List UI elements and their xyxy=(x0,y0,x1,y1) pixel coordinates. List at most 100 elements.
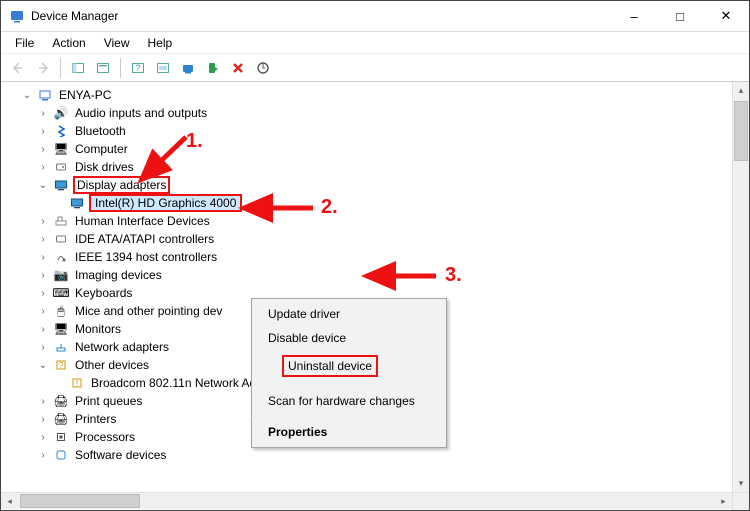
label: Audio inputs and outputs xyxy=(73,106,209,120)
node-ieee[interactable]: › IEEE 1394 host controllers xyxy=(37,248,748,266)
node-bluetooth[interactable]: › Bluetooth xyxy=(37,122,748,140)
tree-root[interactable]: ⌄ ENYA-PC xyxy=(21,86,748,104)
close-button[interactable]: ✕ xyxy=(703,1,749,31)
back-button[interactable] xyxy=(7,57,29,79)
ctx-update-driver[interactable]: Update driver xyxy=(252,302,446,326)
ctx-properties[interactable]: Properties xyxy=(252,420,446,444)
caret-right-icon[interactable]: › xyxy=(37,108,49,119)
toolbar-separator xyxy=(60,58,61,78)
minimize-button[interactable]: – xyxy=(611,1,657,31)
node-software-devices[interactable]: › Software devices xyxy=(37,446,748,464)
node-display-adapters[interactable]: ⌄Display adapters xyxy=(37,176,748,194)
scroll-up-arrow-icon[interactable]: ▴ xyxy=(733,82,750,99)
node-imaging[interactable]: ›📷Imaging devices xyxy=(37,266,748,284)
display-adapter-icon xyxy=(69,195,85,211)
computer-icon xyxy=(37,87,53,103)
label: Software devices xyxy=(73,448,168,462)
label: Computer xyxy=(73,142,130,156)
node-audio[interactable]: › 🔊 Audio inputs and outputs xyxy=(37,104,748,122)
svg-text:?: ? xyxy=(59,361,64,370)
help-toolbar-button[interactable]: ? xyxy=(127,57,149,79)
caret-right-icon[interactable]: › xyxy=(37,216,49,227)
caret-down-icon[interactable]: ⌄ xyxy=(37,360,49,371)
label: IEEE 1394 host controllers xyxy=(73,250,219,264)
caret-right-icon[interactable]: › xyxy=(37,432,49,443)
menu-bar: File Action View Help xyxy=(1,32,749,54)
caret-right-icon[interactable]: › xyxy=(37,234,49,245)
scan-hardware-toolbar-button[interactable] xyxy=(252,57,274,79)
caret-down-icon[interactable]: ⌄ xyxy=(21,90,33,101)
scroll-left-arrow-icon[interactable]: ◂ xyxy=(1,493,18,510)
scroll-thumb[interactable] xyxy=(734,101,748,161)
node-disk-drives[interactable]: ›Disk drives xyxy=(37,158,748,176)
printer-icon: 🖨 xyxy=(53,411,69,427)
label: Keyboards xyxy=(73,286,134,300)
ctx-scan-hardware[interactable]: Scan for hardware changes xyxy=(252,389,446,413)
disk-icon xyxy=(53,159,69,175)
action1-toolbar-button[interactable] xyxy=(152,57,174,79)
enable-device-toolbar-button[interactable] xyxy=(202,57,224,79)
caret-right-icon[interactable]: › xyxy=(37,270,49,281)
toolbar-separator xyxy=(120,58,121,78)
audio-icon: 🔊 xyxy=(53,105,69,121)
horizontal-scrollbar[interactable]: ◂ ▸ xyxy=(1,492,749,509)
network-icon xyxy=(53,339,69,355)
caret-right-icon[interactable]: › xyxy=(37,288,49,299)
software-devices-icon xyxy=(53,447,69,463)
caret-right-icon[interactable]: › xyxy=(37,450,49,461)
ctx-disable-device[interactable]: Disable device xyxy=(252,326,446,350)
caret-right-icon[interactable]: › xyxy=(37,324,49,335)
label: Bluetooth xyxy=(73,124,128,138)
monitor-icon: 🖥 xyxy=(53,321,69,337)
ctx-separator xyxy=(254,416,255,417)
node-computer[interactable]: › 🖥 Computer xyxy=(37,140,748,158)
label: Other devices xyxy=(73,358,151,372)
toolbar: ? xyxy=(1,54,749,82)
show-hide-tree-button[interactable] xyxy=(67,57,89,79)
gpu-label: Intel(R) HD Graphics 4000 xyxy=(89,194,242,212)
menu-action[interactable]: Action xyxy=(44,34,93,52)
caret-right-icon[interactable]: › xyxy=(37,396,49,407)
caret-down-icon[interactable]: ⌄ xyxy=(37,180,49,191)
update-driver-toolbar-button[interactable] xyxy=(177,57,199,79)
vertical-scrollbar[interactable]: ▴ ▾ xyxy=(732,82,749,492)
caret-right-icon[interactable]: › xyxy=(37,414,49,425)
menu-help[interactable]: Help xyxy=(140,34,181,52)
node-gpu[interactable]: Intel(R) HD Graphics 4000 xyxy=(53,194,748,212)
scroll-right-arrow-icon[interactable]: ▸ xyxy=(715,493,732,510)
display-adapter-icon xyxy=(53,177,69,193)
pc-name-label: ENYA-PC xyxy=(57,88,113,102)
caret-right-icon[interactable]: › xyxy=(37,306,49,317)
warning-device-icon: ! xyxy=(69,375,85,391)
window-title: Device Manager xyxy=(31,9,611,23)
label: Print queues xyxy=(73,394,144,408)
forward-button[interactable] xyxy=(32,57,54,79)
node-ide[interactable]: › IDE ATA/ATAPI controllers xyxy=(37,230,748,248)
keyboard-icon: ⌨ xyxy=(53,285,69,301)
scroll-down-arrow-icon[interactable]: ▾ xyxy=(733,475,750,492)
menu-file[interactable]: File xyxy=(7,34,42,52)
label: IDE ATA/ATAPI controllers xyxy=(73,232,216,246)
caret-right-icon[interactable]: › xyxy=(37,144,49,155)
ctx-separator xyxy=(254,385,255,386)
menu-view[interactable]: View xyxy=(96,34,138,52)
svg-text:?: ? xyxy=(135,63,140,73)
caret-right-icon[interactable]: › xyxy=(37,342,49,353)
label: Processors xyxy=(73,430,137,444)
ctx-uninstall-device[interactable]: Uninstall device xyxy=(282,355,378,377)
caret-right-icon[interactable]: › xyxy=(37,162,49,173)
caret-right-icon[interactable]: › xyxy=(37,252,49,263)
properties-toolbar-button[interactable] xyxy=(92,57,114,79)
scroll-thumb[interactable] xyxy=(20,494,140,508)
caret-right-icon[interactable]: › xyxy=(37,126,49,137)
label: Human Interface Devices xyxy=(73,214,212,228)
svg-text:!: ! xyxy=(76,379,78,388)
mouse-icon: 🖱 xyxy=(53,303,69,319)
label: Mice and other pointing dev xyxy=(73,304,224,318)
computer-icon: 🖥 xyxy=(53,141,69,157)
node-hid[interactable]: › Human Interface Devices xyxy=(37,212,748,230)
maximize-button[interactable]: □ xyxy=(657,1,703,31)
uninstall-device-toolbar-button[interactable] xyxy=(227,57,249,79)
cpu-icon xyxy=(53,429,69,445)
bluetooth-icon xyxy=(53,123,69,139)
